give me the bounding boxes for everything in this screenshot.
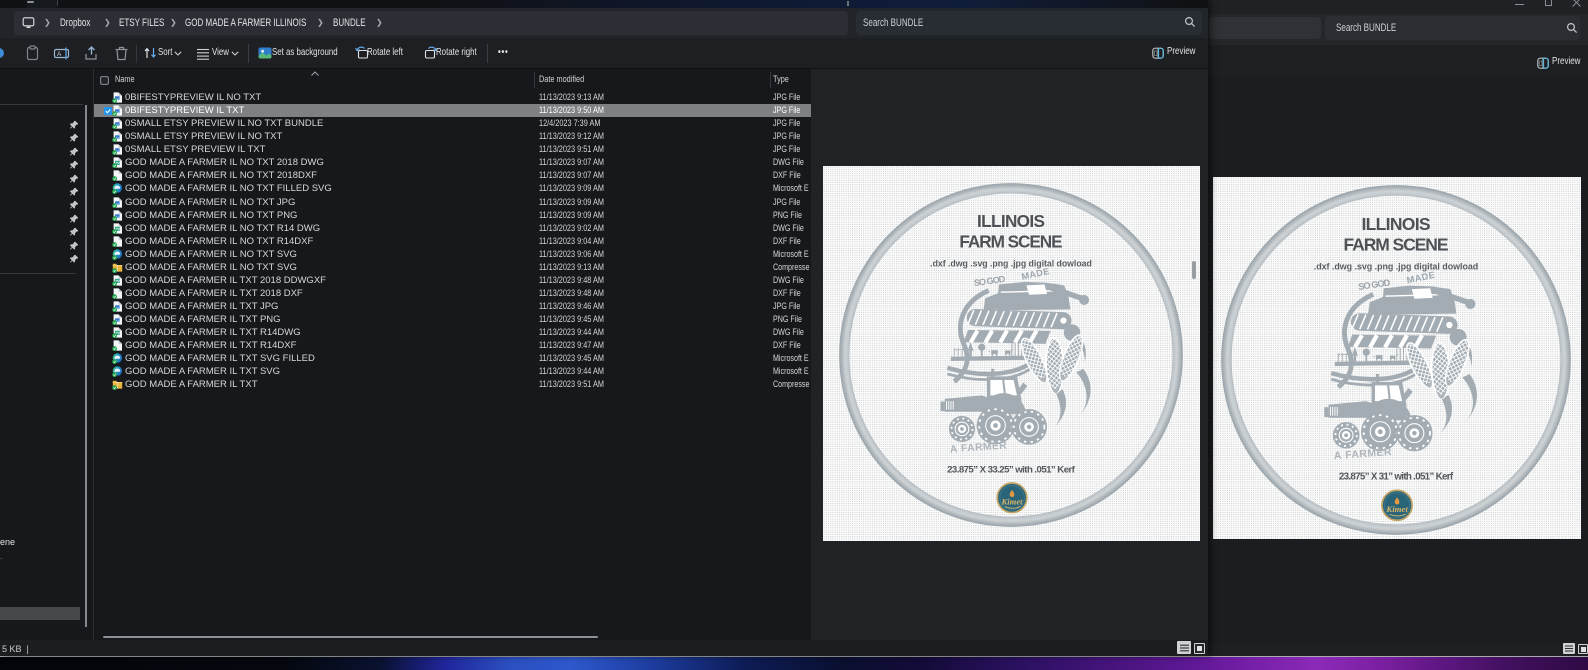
svg-text:23.875” X 31” with .051” Kerf: 23.875” X 31” with .051” Kerf xyxy=(1339,472,1454,483)
svg-text:23.875” X 33.25” with .051” Ke: 23.875” X 33.25” with .051” Kerf xyxy=(947,464,1076,475)
svg-text:A: A xyxy=(57,51,62,58)
